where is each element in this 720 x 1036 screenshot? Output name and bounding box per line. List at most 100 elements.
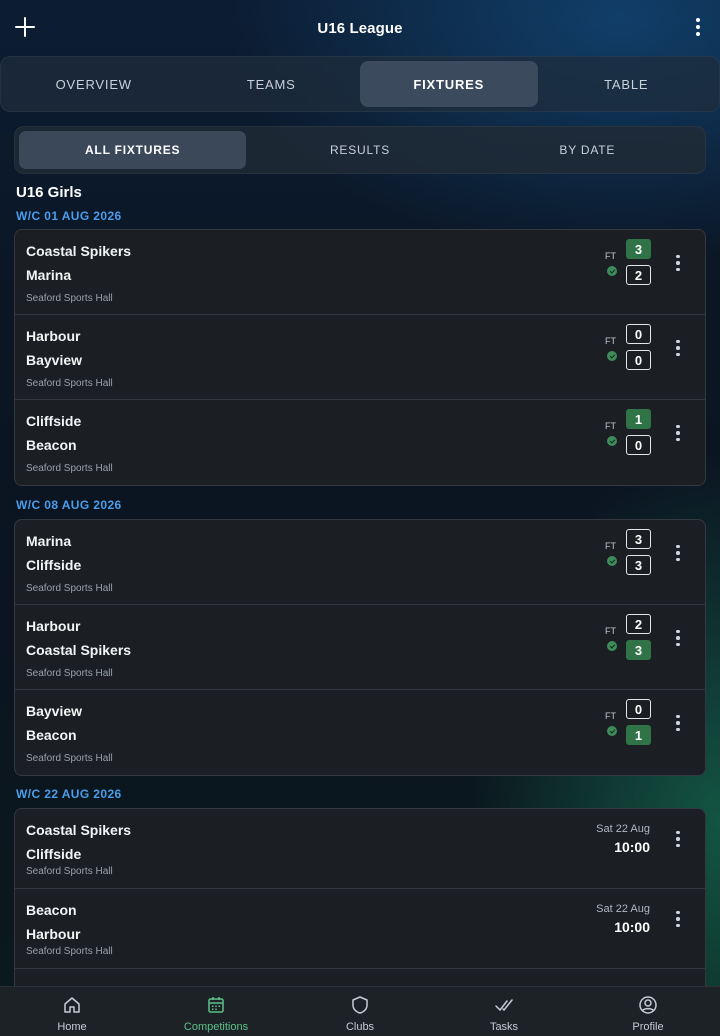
shield-icon: [352, 996, 368, 1014]
check-icon: [607, 556, 617, 566]
venue: Seaford Sports Hall: [26, 946, 113, 957]
check-icon: [607, 351, 617, 361]
more-options-icon[interactable]: [674, 424, 682, 442]
fixture-time: 10:00: [614, 839, 650, 855]
profile-icon: [639, 996, 657, 1014]
home-team: Coastal Spikers: [26, 822, 132, 838]
home-icon: [64, 997, 80, 1013]
away-team: Coastal Spikers: [26, 642, 132, 658]
fixture-row[interactable]: Beacon Harbour Seaford Sports Hall Sat 2…: [15, 889, 705, 969]
status-label: FT: [605, 626, 616, 636]
nav-label: Tasks: [489, 1021, 519, 1033]
away-score: 2: [626, 265, 651, 285]
subtab-all-fixtures[interactable]: ALL FIXTURES: [19, 131, 247, 169]
more-options-icon[interactable]: [674, 910, 682, 928]
fixtures-card: Coastal Spikers Marina Seaford Sports Ha…: [14, 229, 706, 486]
venue: Seaford Sports Hall: [26, 583, 113, 594]
main-tabs: OVERVIEW TEAMS FIXTURES TABLE: [0, 56, 720, 112]
venue: Seaford Sports Hall: [26, 753, 113, 764]
fixture-filter-tabs: ALL FIXTURES RESULTS BY DATE: [14, 126, 706, 174]
nav-profile[interactable]: Profile: [576, 987, 720, 1036]
away-team: Cliffside: [26, 557, 82, 573]
fixture-row[interactable]: Harbour Bayview Seaford Sports Hall FT 0…: [15, 315, 705, 400]
tab-overview[interactable]: OVERVIEW: [5, 61, 183, 107]
more-options-icon[interactable]: [674, 254, 682, 272]
venue: Seaford Sports Hall: [26, 866, 113, 877]
venue: Seaford Sports Hall: [26, 463, 113, 474]
bottom-navigation: Home Competitions Clubs Tasks Profile: [0, 986, 720, 1036]
venue: Seaford Sports Hall: [26, 378, 113, 389]
fixture-date: Sat 22 Aug: [596, 903, 650, 915]
fixture-time: 10:00: [614, 919, 650, 935]
away-score: 1: [626, 725, 651, 745]
double-check-icon: [495, 999, 513, 1012]
more-options-icon[interactable]: [692, 16, 704, 38]
venue: Seaford Sports Hall: [26, 668, 113, 679]
home-team: Marina: [26, 533, 72, 549]
more-options-icon[interactable]: [674, 830, 682, 848]
check-icon: [607, 266, 617, 276]
away-score: 3: [626, 640, 651, 660]
home-score: 3: [626, 529, 651, 549]
nav-competitions[interactable]: Competitions: [144, 987, 288, 1036]
home-score: 1: [626, 409, 651, 429]
fixture-row[interactable]: Coastal Spikers Marina Seaford Sports Ha…: [15, 230, 705, 315]
week-heading: W/C 08 AUG 2026: [16, 498, 122, 512]
status-label: FT: [605, 336, 616, 346]
away-team: Beacon: [26, 437, 77, 453]
status-label: FT: [605, 421, 616, 431]
away-team: Cliffside: [26, 846, 82, 862]
check-icon: [607, 726, 617, 736]
more-options-icon[interactable]: [674, 544, 682, 562]
check-icon: [607, 436, 617, 446]
fixture-row[interactable]: Coastal Spikers Cliffside Seaford Sports…: [15, 809, 705, 889]
home-team: Cliffside: [26, 413, 82, 429]
home-score: 2: [626, 614, 651, 634]
add-icon[interactable]: [14, 16, 36, 38]
subtab-by-date[interactable]: BY DATE: [474, 131, 701, 169]
fixture-row[interactable]: Bayview Beacon Seaford Sports Hall FT 0 …: [15, 690, 705, 775]
status-label: FT: [605, 711, 616, 721]
more-options-icon[interactable]: [674, 629, 682, 647]
away-score: 3: [626, 555, 651, 575]
check-icon: [607, 641, 617, 651]
away-team: Bayview: [26, 352, 83, 368]
home-score: 3: [626, 239, 651, 259]
fixtures-card: Marina Cliffside Seaford Sports Hall FT …: [14, 519, 706, 776]
fixture-row[interactable]: Marina Cliffside Seaford Sports Hall FT …: [15, 520, 705, 605]
more-options-icon[interactable]: [674, 339, 682, 357]
home-team: Beacon: [26, 902, 77, 918]
tab-table[interactable]: TABLE: [538, 61, 716, 107]
nav-home[interactable]: Home: [0, 987, 144, 1036]
venue: Seaford Sports Hall: [26, 293, 113, 304]
tab-teams[interactable]: TEAMS: [183, 61, 361, 107]
nav-tasks[interactable]: Tasks: [432, 987, 576, 1036]
status-label: FT: [605, 541, 616, 551]
away-score: 0: [626, 350, 651, 370]
page-title: U16 League: [317, 19, 403, 37]
away-team: Harbour: [26, 926, 81, 942]
fixture-row[interactable]: Cliffside Beacon Seaford Sports Hall FT …: [15, 400, 705, 485]
tab-fixtures[interactable]: FIXTURES: [360, 61, 538, 107]
fixture-date: Sat 22 Aug: [596, 823, 650, 835]
group-title: U16 Girls: [16, 184, 82, 201]
nav-clubs[interactable]: Clubs: [288, 987, 432, 1036]
nav-label: Competitions: [183, 1021, 249, 1033]
week-heading: W/C 22 AUG 2026: [16, 787, 122, 801]
subtab-results[interactable]: RESULTS: [246, 131, 473, 169]
nav-label: Profile: [632, 1021, 664, 1033]
calendar-icon: [208, 997, 224, 1013]
home-team: Coastal Spikers: [26, 243, 132, 259]
fixture-row[interactable]: Harbour Coastal Spikers Seaford Sports H…: [15, 605, 705, 690]
home-team: Bayview: [26, 703, 83, 719]
status-label: FT: [605, 251, 616, 261]
nav-label: Clubs: [345, 1021, 375, 1033]
away-score: 0: [626, 435, 651, 455]
app-bar: U16 League: [0, 0, 720, 56]
week-heading: W/C 01 AUG 2026: [16, 209, 122, 223]
away-team: Marina: [26, 267, 72, 283]
home-score: 0: [626, 324, 651, 344]
more-options-icon[interactable]: [674, 714, 682, 732]
home-score: 0: [626, 699, 651, 719]
fixtures-card: Coastal Spikers Cliffside Seaford Sports…: [14, 808, 706, 1008]
